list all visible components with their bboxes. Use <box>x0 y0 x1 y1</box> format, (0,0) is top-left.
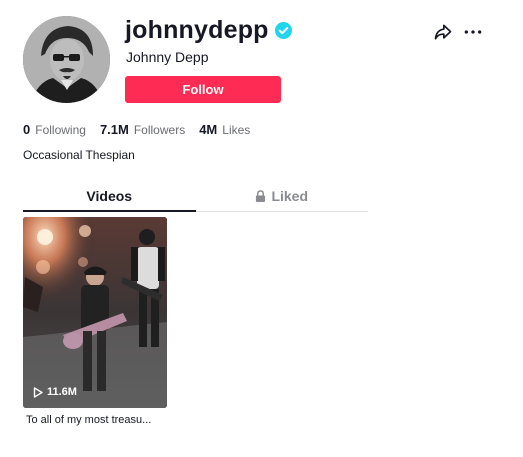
tab-videos[interactable]: Videos <box>23 180 196 212</box>
view-count-label: 11.6M <box>47 386 77 398</box>
followers-count: 7.1M <box>99 122 129 137</box>
avatar-photo <box>23 16 110 103</box>
likes-label: Likes <box>222 123 251 137</box>
likes-stat: 4M Likes <box>199 122 250 137</box>
video-thumbnail <box>23 217 167 408</box>
follow-button[interactable]: Follow <box>125 76 281 103</box>
likes-count: 4M <box>199 122 218 137</box>
username: johnnydepp <box>125 16 269 44</box>
profile-stats: 0 Following 7.1M Followers 4M Likes <box>23 122 264 137</box>
tab-videos-label: Videos <box>86 187 133 204</box>
share-arrow-icon[interactable] <box>433 22 453 42</box>
more-dots-icon[interactable] <box>463 22 483 42</box>
lock-icon <box>256 189 266 202</box>
play-icon <box>33 386 43 398</box>
profile-avatar <box>23 16 110 103</box>
profile-tabs: Videos Liked <box>23 180 368 212</box>
video-card[interactable]: 11.6M <box>23 217 167 408</box>
tab-liked-label: Liked <box>271 187 309 204</box>
following-label: Following <box>35 123 86 137</box>
followers-stat[interactable]: 7.1M Followers <box>100 122 185 137</box>
verified-badge-icon <box>274 22 292 39</box>
following-stat[interactable]: 0 Following <box>23 122 86 137</box>
username-row: johnnydepp <box>125 16 292 45</box>
video-caption[interactable]: To all of my most treasu... <box>26 414 176 426</box>
view-count: 11.6M <box>33 386 77 398</box>
followers-label: Followers <box>133 123 186 137</box>
profile-bio: Occasional Thespian <box>23 148 135 162</box>
display-name: Johnny Depp <box>126 49 209 65</box>
tab-liked[interactable]: Liked <box>196 180 369 211</box>
following-count: 0 <box>23 122 31 137</box>
